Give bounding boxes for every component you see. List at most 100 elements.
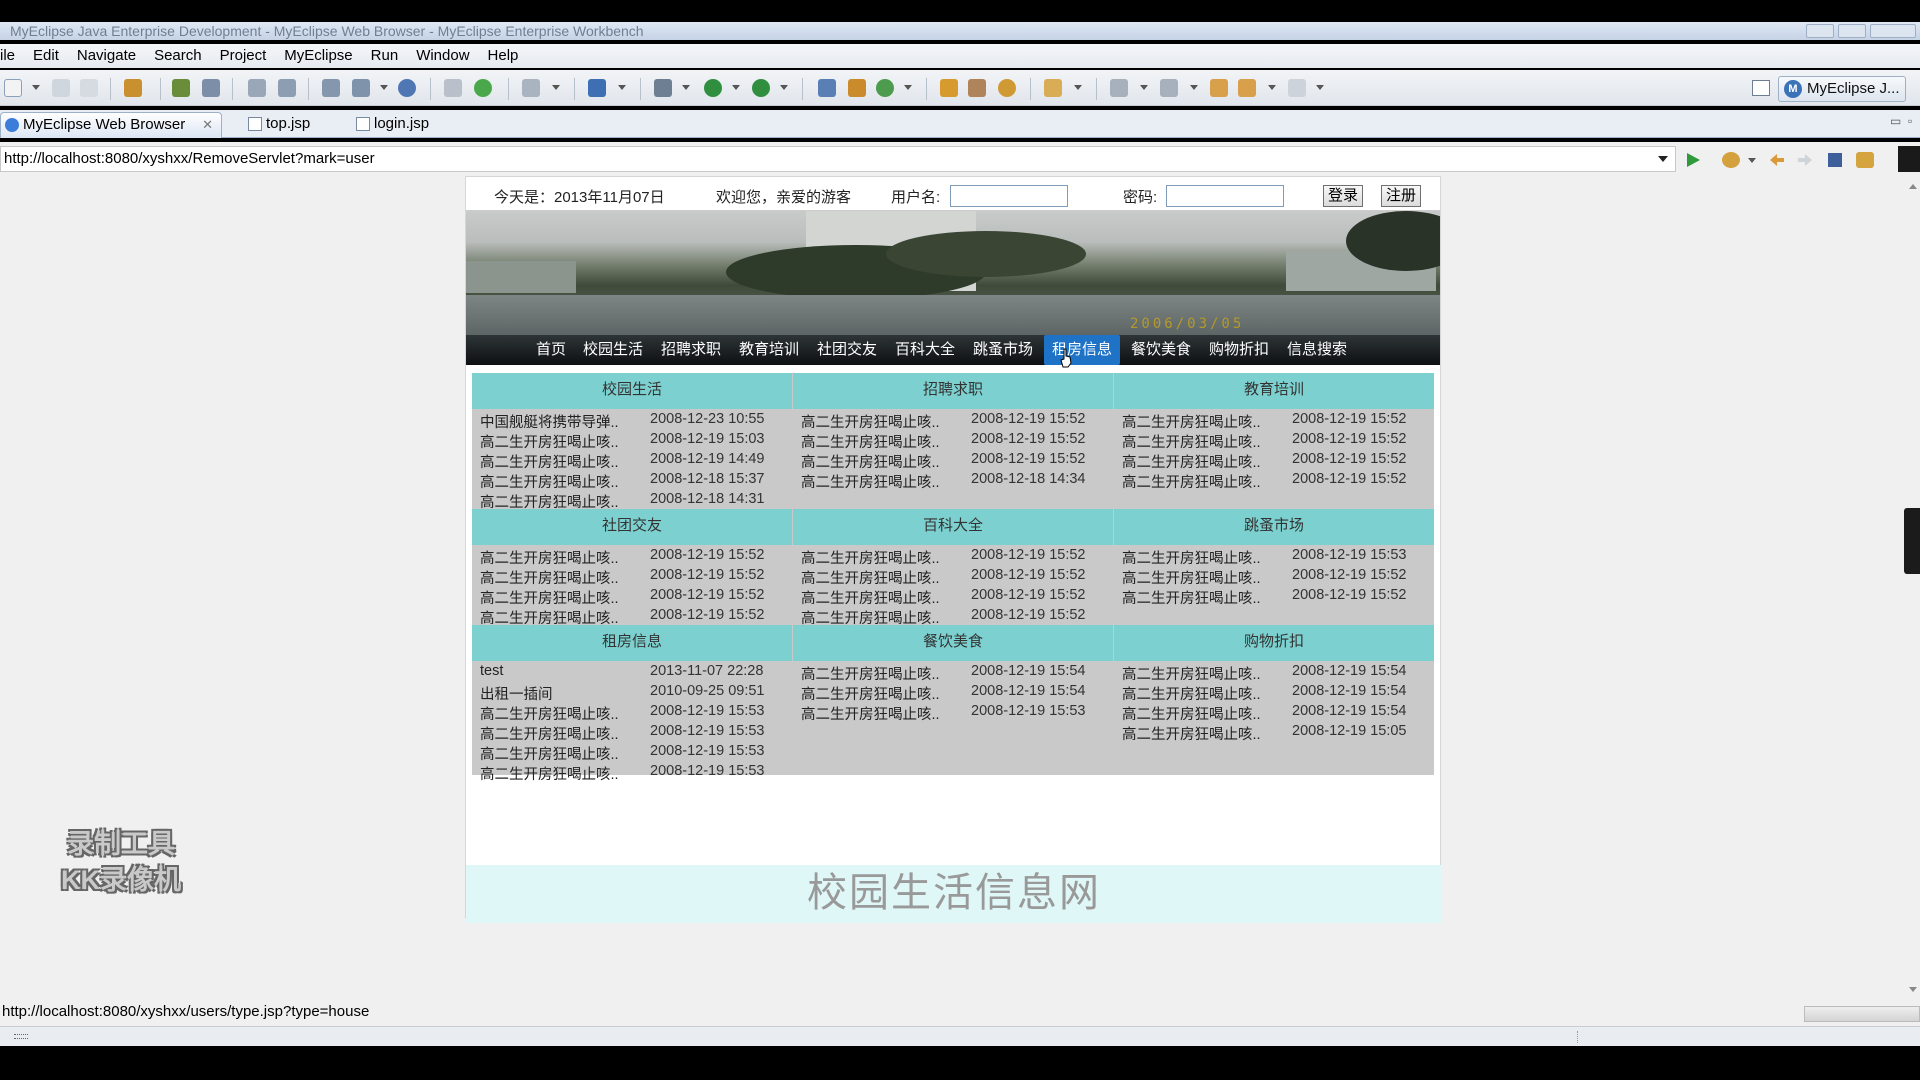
item-title[interactable]: 高二生开房狂喝止咳.. xyxy=(801,471,943,492)
forward-dropdown-icon[interactable] xyxy=(1316,85,1324,90)
list-item[interactable]: 高二生开房狂喝止咳.. 2008-12-19 14:49 xyxy=(480,451,790,471)
item-title[interactable]: 高二生开房狂喝止咳.. xyxy=(1122,567,1264,588)
item-title[interactable]: 高二生开房狂喝止咳.. xyxy=(480,451,622,472)
prev-annotation-dropdown-icon[interactable] xyxy=(1190,85,1198,90)
nav-jobs[interactable]: 招聘求职 xyxy=(656,335,726,365)
debug-dropdown-icon[interactable] xyxy=(682,85,690,90)
list-item[interactable]: 高二生开房狂喝止咳.. 2008-12-19 15:52 xyxy=(801,607,1111,627)
close-tab-icon[interactable]: ✕ xyxy=(202,113,213,137)
menu-file[interactable]: ile xyxy=(0,44,24,68)
maximize-button[interactable] xyxy=(1838,24,1866,38)
scroll-up-icon[interactable] xyxy=(1909,184,1917,189)
list-item[interactable]: 高二生开房狂喝止咳.. 2008-12-18 14:34 xyxy=(801,471,1111,491)
list-item[interactable]: 高二生开房狂喝止咳.. 2008-12-19 15:52 xyxy=(480,607,790,627)
list-item[interactable]: 高二生开房狂喝止咳.. 2008-12-19 15:54 xyxy=(1122,663,1432,683)
item-title[interactable]: 高二生开房狂喝止咳.. xyxy=(1122,471,1264,492)
new-class-dropdown-icon[interactable] xyxy=(618,85,626,90)
menu-run[interactable]: Run xyxy=(362,44,408,68)
debug-icon[interactable] xyxy=(654,79,672,97)
list-item[interactable]: 高二生开房狂喝止咳.. 2008-12-19 15:52 xyxy=(1122,411,1432,431)
bookmark-dropdown-icon[interactable] xyxy=(1748,158,1756,163)
last-edit-icon[interactable] xyxy=(1210,79,1228,97)
new-package-icon[interactable] xyxy=(848,79,866,97)
open-folder-dropdown-icon[interactable] xyxy=(1074,85,1082,90)
print-icon[interactable] xyxy=(80,79,98,97)
ui-designer-icon[interactable] xyxy=(522,79,540,97)
username-input[interactable] xyxy=(950,185,1068,207)
item-title[interactable]: 高二生开房狂喝止咳.. xyxy=(480,723,622,744)
browser-forward-icon[interactable] xyxy=(1796,152,1814,168)
new-icon[interactable] xyxy=(4,79,22,97)
menu-edit[interactable]: Edit xyxy=(24,44,68,68)
refresh-icon[interactable] xyxy=(474,79,492,97)
list-item[interactable]: 高二生开房狂喝止咳.. 2008-12-19 15:53 xyxy=(480,723,790,743)
nav-education[interactable]: 教育培训 xyxy=(734,335,804,365)
nav-home[interactable]: 首页 xyxy=(530,335,572,365)
new-project-icon[interactable] xyxy=(818,79,836,97)
nav-housing[interactable]: 租房信息 xyxy=(1044,335,1120,365)
server-dropdown-icon[interactable] xyxy=(380,85,388,90)
list-item[interactable]: 高二生开房狂喝止咳.. 2008-12-19 15:52 xyxy=(480,567,790,587)
open-task-icon[interactable] xyxy=(968,79,986,97)
item-title[interactable]: 高二生开房狂喝止咳.. xyxy=(480,587,622,608)
stop-icon[interactable] xyxy=(1828,153,1842,167)
search-icon[interactable] xyxy=(998,79,1016,97)
list-item[interactable]: 高二生开房狂喝止咳.. 2008-12-19 15:52 xyxy=(480,547,790,567)
menu-myeclipse[interactable]: MyEclipse xyxy=(275,44,361,68)
save-icon[interactable] xyxy=(52,79,70,97)
minimize-view-icon[interactable]: ▭ xyxy=(1890,114,1901,128)
login-button[interactable]: 登录 xyxy=(1323,185,1364,207)
item-title[interactable]: 出租一插间 xyxy=(480,683,622,704)
external-tools-icon[interactable] xyxy=(752,79,770,97)
menu-search[interactable]: Search xyxy=(145,44,211,68)
register-button[interactable]: 注册 xyxy=(1381,185,1422,207)
nav-encyclopedia[interactable]: 百科大全 xyxy=(890,335,960,365)
item-title[interactable]: 高二生开房狂喝止咳.. xyxy=(480,431,622,452)
item-title[interactable]: 高二生开房狂喝止咳.. xyxy=(480,547,622,568)
browser-menu-icon[interactable] xyxy=(1898,146,1920,172)
item-title[interactable]: 高二生开房狂喝止咳.. xyxy=(801,683,943,704)
list-item[interactable]: 高二生开房狂喝止咳.. 2008-12-19 15:52 xyxy=(801,547,1111,567)
list-item[interactable]: 高二生开房狂喝止咳.. 2008-12-19 15:54 xyxy=(1122,703,1432,723)
item-title[interactable]: 高二生开房狂喝止咳.. xyxy=(801,587,943,608)
item-title[interactable]: 高二生开房狂喝止咳.. xyxy=(480,743,622,764)
menu-project[interactable]: Project xyxy=(211,44,276,68)
perspective-switcher[interactable]: M MyEclipse J... xyxy=(1778,76,1906,102)
list-item[interactable]: 高二生开房狂喝止咳.. 2008-12-19 15:52 xyxy=(1122,471,1432,491)
tab-top-jsp[interactable]: top.jsp xyxy=(244,112,344,138)
list-item[interactable]: test 2013-11-07 22:28 xyxy=(480,663,790,683)
item-title[interactable]: 高二生开房狂喝止咳.. xyxy=(801,431,943,452)
list-item[interactable]: 高二生开房狂喝止咳.. 2008-12-19 15:52 xyxy=(801,587,1111,607)
list-item[interactable]: 出租一插间 2010-09-25 09:51 xyxy=(480,683,790,703)
list-item[interactable]: 高二生开房狂喝止咳.. 2008-12-19 15:53 xyxy=(480,763,790,783)
list-item[interactable]: 高二生开房狂喝止咳.. 2008-12-19 15:52 xyxy=(801,411,1111,431)
item-title[interactable]: 高二生开房狂喝止咳.. xyxy=(801,547,943,568)
run-dropdown-icon[interactable] xyxy=(732,85,740,90)
run-icon[interactable] xyxy=(704,79,722,97)
item-title[interactable]: 高二生开房狂喝止咳.. xyxy=(1122,663,1264,684)
close-window-button[interactable] xyxy=(1870,24,1916,38)
nav-clubs[interactable]: 社团交友 xyxy=(812,335,882,365)
open-folder-icon[interactable] xyxy=(1044,79,1062,97)
bug-icon[interactable] xyxy=(172,79,190,97)
next-annotation-icon[interactable] xyxy=(1110,79,1128,97)
list-item[interactable]: 高二生开房狂喝止咳.. 2008-12-19 15:05 xyxy=(1122,723,1432,743)
item-title[interactable]: test xyxy=(480,663,622,679)
item-title[interactable]: 高二生开房狂喝止咳.. xyxy=(801,567,943,588)
bookmark-icon[interactable] xyxy=(1722,152,1740,168)
external-tools-dropdown-icon[interactable] xyxy=(780,85,788,90)
list-item[interactable]: 高二生开房狂喝止咳.. 2008-12-19 15:53 xyxy=(801,703,1111,723)
menu-help[interactable]: Help xyxy=(479,44,528,68)
new-class-icon[interactable] xyxy=(588,79,606,97)
list-item[interactable]: 高二生开房狂喝止咳.. 2008-12-19 15:03 xyxy=(480,431,790,451)
server-icon[interactable] xyxy=(202,79,220,97)
ui-dropdown-icon[interactable] xyxy=(552,85,560,90)
side-panel-toggle[interactable] xyxy=(1904,508,1920,574)
list-item[interactable]: 高二生开房狂喝止咳.. 2008-12-19 15:54 xyxy=(801,663,1111,683)
menu-navigate[interactable]: Navigate xyxy=(68,44,145,68)
item-title[interactable]: 高二生开房狂喝止咳.. xyxy=(1122,411,1264,432)
url-history-dropdown-icon[interactable] xyxy=(1658,156,1668,162)
back-icon[interactable] xyxy=(1238,79,1256,97)
list-item[interactable]: 高二生开房狂喝止咳.. 2008-12-18 15:37 xyxy=(480,471,790,491)
go-icon[interactable] xyxy=(1684,152,1702,168)
